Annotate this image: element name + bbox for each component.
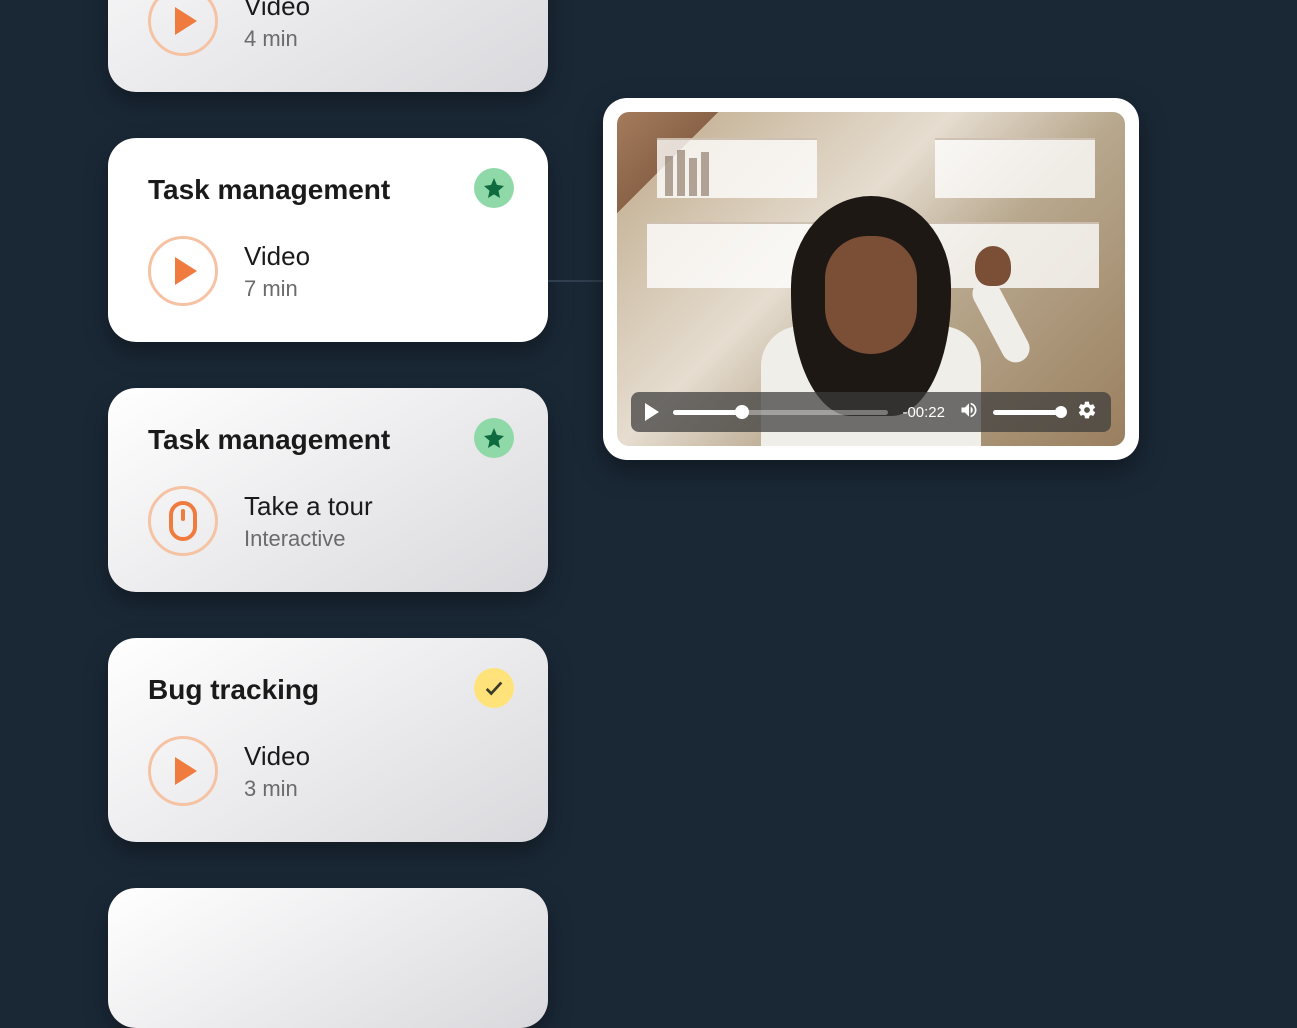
card-title: Task management bbox=[148, 174, 508, 206]
video-controls: -00:22 bbox=[631, 392, 1111, 432]
card-body: Video 3 min bbox=[148, 736, 508, 806]
lesson-card[interactable]: Bug tracking Video 3 min bbox=[108, 638, 548, 842]
lesson-card-list: Video 4 min Task management Video 7 min … bbox=[108, 0, 548, 1028]
time-remaining: -00:22 bbox=[902, 404, 945, 421]
card-text: Video 3 min bbox=[244, 741, 310, 802]
card-type: Video bbox=[244, 241, 310, 272]
play-button[interactable] bbox=[645, 403, 659, 421]
play-icon bbox=[148, 0, 218, 56]
video-player: -00:22 bbox=[603, 98, 1139, 460]
play-icon bbox=[148, 736, 218, 806]
lesson-card-active[interactable]: Task management Video 7 min bbox=[108, 138, 548, 342]
card-type: Take a tour bbox=[244, 491, 373, 522]
card-meta: Interactive bbox=[244, 526, 373, 552]
volume-icon[interactable] bbox=[959, 400, 979, 425]
play-icon bbox=[148, 236, 218, 306]
volume-slider[interactable] bbox=[993, 410, 1063, 415]
card-body: Video 7 min bbox=[148, 236, 508, 306]
progress-fill bbox=[673, 410, 742, 415]
card-title: Task management bbox=[148, 424, 508, 456]
volume-thumb[interactable] bbox=[1055, 406, 1067, 418]
connector-line bbox=[548, 280, 603, 282]
lesson-card[interactable]: Video 4 min bbox=[108, 0, 548, 92]
star-badge bbox=[474, 418, 514, 458]
card-meta: 4 min bbox=[244, 26, 310, 52]
card-type: Video bbox=[244, 0, 310, 22]
card-text: Video 7 min bbox=[244, 241, 310, 302]
settings-icon[interactable] bbox=[1077, 400, 1097, 425]
mouse-icon bbox=[148, 486, 218, 556]
lesson-card[interactable]: Task management Take a tour Interactive bbox=[108, 388, 548, 592]
video-frame[interactable]: -00:22 bbox=[617, 112, 1125, 446]
check-badge bbox=[474, 668, 514, 708]
card-meta: 3 min bbox=[244, 776, 310, 802]
card-type: Video bbox=[244, 741, 310, 772]
card-meta: 7 min bbox=[244, 276, 310, 302]
card-text: Video 4 min bbox=[244, 0, 310, 52]
progress-bar[interactable] bbox=[673, 410, 888, 415]
card-body: Video 4 min bbox=[148, 0, 508, 56]
star-badge bbox=[474, 168, 514, 208]
card-text: Take a tour Interactive bbox=[244, 491, 373, 552]
lesson-card[interactable] bbox=[108, 888, 548, 1028]
card-title: Bug tracking bbox=[148, 674, 508, 706]
progress-thumb[interactable] bbox=[735, 405, 749, 419]
card-body: Take a tour Interactive bbox=[148, 486, 508, 556]
